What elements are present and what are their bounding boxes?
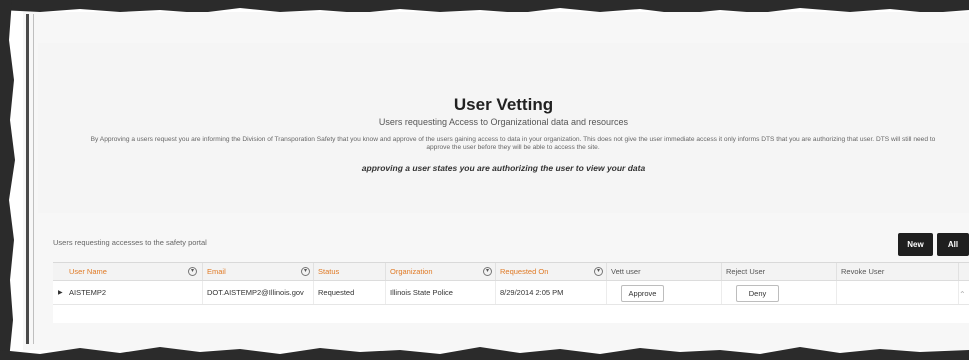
column-label: Reject User — [726, 267, 766, 276]
deny-button[interactable]: Deny — [736, 285, 779, 302]
vetting-header-panel: User Vetting Users requesting Access to … — [38, 43, 969, 213]
column-label: User Name — [69, 267, 107, 276]
cell-revoke-user — [837, 281, 959, 304]
column-header-user-name[interactable]: User Name ▾ — [69, 263, 203, 280]
window-border — [26, 14, 29, 344]
filter-icon[interactable]: ▾ — [594, 267, 603, 276]
all-button[interactable]: All — [937, 233, 969, 256]
column-header-status[interactable]: Status — [314, 263, 386, 280]
authorization-note: approving a user states you are authoriz… — [361, 163, 646, 173]
torn-edge-bottom — [0, 338, 969, 360]
page-description: By Approving a users request you are inf… — [90, 136, 936, 151]
column-label: Organization — [390, 267, 433, 276]
column-label: Requested On — [500, 267, 549, 276]
cell-user-name: AISTEMP2 — [69, 281, 203, 304]
grid-caption: Users requesting accesses to the safety … — [53, 238, 207, 247]
cell-reject-user: Deny — [722, 281, 837, 304]
column-header-reject-user: Reject User — [722, 263, 837, 280]
column-label: Vett user — [611, 267, 641, 276]
column-header-requested-on[interactable]: Requested On ▾ — [496, 263, 607, 280]
column-header-email[interactable]: Email ▾ — [203, 263, 314, 280]
page-title: User Vetting — [453, 95, 554, 114]
column-header-vett-user: Vett user — [607, 263, 722, 280]
filter-icon[interactable]: ▾ — [301, 267, 310, 276]
table-row[interactable]: ▶ AISTEMP2 DOT.AISTEMP2@Illinois.gov Req… — [53, 281, 969, 305]
grid-header: User Name ▾ Email ▾ Status Organization … — [53, 263, 969, 281]
cell-vett-user: Approve — [607, 281, 722, 304]
column-label: Status — [318, 267, 340, 276]
torn-edge-left — [0, 0, 20, 360]
filter-icon[interactable]: ▾ — [188, 267, 197, 276]
filter-icon[interactable]: ▾ — [483, 267, 492, 276]
page-subtitle: Users requesting Access to Organizationa… — [378, 117, 629, 127]
column-header-organization[interactable]: Organization ▾ — [386, 263, 496, 280]
scroll-up-icon[interactable]: ⌃ — [959, 290, 966, 299]
approve-button[interactable]: Approve — [621, 285, 664, 302]
column-label: Email — [207, 267, 226, 276]
expand-arrow-icon[interactable]: ▶ — [58, 289, 63, 296]
column-header-revoke-user: Revoke User — [837, 263, 959, 280]
column-label: Revoke User — [841, 267, 885, 276]
new-button[interactable]: New — [898, 233, 933, 256]
window-border-inner — [33, 14, 34, 344]
cell-email: DOT.AISTEMP2@Illinois.gov — [203, 281, 314, 304]
cell-requested-on: 8/29/2014 2:05 PM — [496, 281, 607, 304]
cell-status: Requested — [314, 281, 386, 304]
requests-grid: User Name ▾ Email ▾ Status Organization … — [53, 262, 969, 323]
cell-organization: Illinois State Police — [386, 281, 496, 304]
